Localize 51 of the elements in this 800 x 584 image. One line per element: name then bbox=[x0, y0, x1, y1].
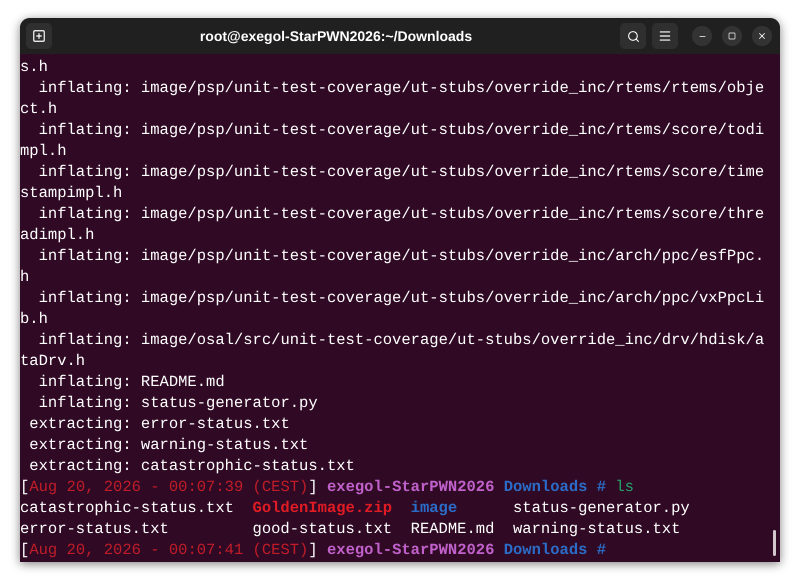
bracket-text: ] bbox=[308, 540, 318, 561]
output-text: adimpl.h bbox=[20, 225, 94, 246]
scrollbar-thumb bbox=[773, 530, 776, 556]
bracket-text: [ bbox=[20, 477, 30, 498]
maximize-icon bbox=[728, 32, 736, 40]
output-text: inflating: image/psp/unit-test-coverage/ut-stubs/override_inc/rtems/score/time bbox=[38, 162, 764, 183]
file-name: catastrophic-status.txt bbox=[20, 498, 234, 519]
output-text: inflating: README.md bbox=[38, 372, 225, 393]
prompt-hostname: exegol-StarPWN2026 bbox=[326, 540, 494, 561]
prompt-hostname: exegol-StarPWN2026 bbox=[326, 477, 494, 498]
output-text: b.h bbox=[20, 309, 48, 330]
directory-name: Downloads # bbox=[502, 477, 606, 498]
file-name: good-status.txt bbox=[252, 519, 392, 540]
search-icon bbox=[626, 30, 640, 42]
command-text: ls bbox=[614, 477, 634, 498]
output-text: inflating: image/psp/unit-test-coverage/ut-stubs/override_inc/rtems/score/thre bbox=[38, 204, 764, 225]
file-name: GoldenImage.zip bbox=[252, 498, 392, 519]
new-tab-button[interactable] bbox=[26, 23, 52, 49]
output-text: extracting: catastrophic-status.txt bbox=[28, 456, 355, 477]
menu-icon bbox=[658, 29, 672, 43]
prompt-timestamp: Aug 20, 2026 - 00:07:41 (CEST) bbox=[29, 540, 308, 561]
directory-name: Downloads # bbox=[502, 540, 606, 561]
close-icon bbox=[757, 31, 767, 41]
output-text: extracting: error-status.txt bbox=[28, 414, 290, 435]
output-text: s.h bbox=[20, 57, 48, 78]
output-text: inflating: image/psp/unit-test-coverage/ut-stubs/override_inc/rtems/rtems/obje bbox=[38, 78, 764, 99]
file-name: README.md bbox=[410, 519, 494, 540]
output-text: taDrv.h bbox=[20, 351, 86, 372]
menu-button[interactable] bbox=[652, 23, 678, 49]
bracket-text: [ bbox=[20, 540, 30, 561]
maximize-button[interactable] bbox=[722, 26, 742, 46]
bracket-text: ] bbox=[308, 477, 318, 498]
new-tab-icon bbox=[32, 29, 46, 43]
output-text: stampimpl.h bbox=[20, 183, 122, 204]
output-text: extracting: warning-status.txt bbox=[28, 435, 308, 456]
output-text: inflating: image/osal/src/unit-test-coverage/ut-stubs/override_inc/drv/hdisk/a bbox=[38, 330, 764, 351]
window-title: root@exegol-StarPWN2026:~/Downloads bbox=[198, 26, 474, 46]
output-text: inflating: image/psp/unit-test-coverage/ut-stubs/override_inc/rtems/score/todi bbox=[38, 120, 764, 141]
directory-name: image bbox=[410, 498, 458, 519]
file-name: status-generator.py bbox=[512, 498, 690, 519]
file-name: error-status.txt bbox=[20, 519, 169, 540]
output-text: inflating: image/psp/unit-test-coverage/ut-stubs/override_inc/arch/ppc/vxPpcLi bbox=[38, 288, 764, 309]
output-text: ct.h bbox=[20, 99, 58, 120]
search-button[interactable] bbox=[620, 23, 646, 49]
prompt-timestamp: Aug 20, 2026 - 00:07:39 (CEST) bbox=[29, 477, 308, 498]
output-text: h bbox=[20, 267, 30, 288]
output-text: inflating: image/psp/unit-test-coverage/ut-stubs/override_inc/arch/ppc/esfPpc. bbox=[38, 246, 764, 267]
file-name: warning-status.txt bbox=[512, 519, 680, 540]
output-text: mpl.h bbox=[20, 141, 67, 162]
output-text: inflating: status-generator.py bbox=[38, 393, 318, 414]
close-button[interactable] bbox=[752, 26, 772, 46]
